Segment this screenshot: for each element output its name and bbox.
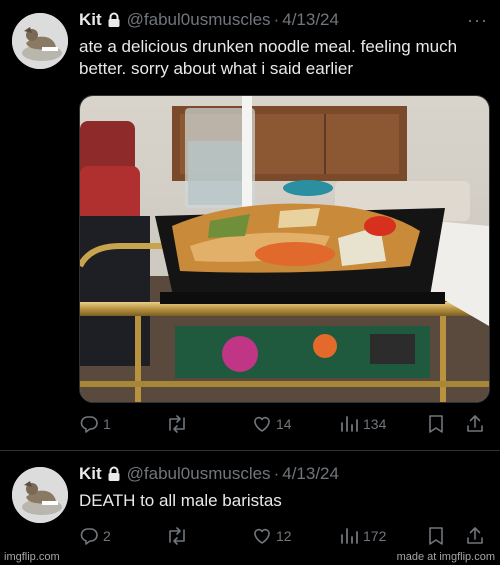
like-count: 14 bbox=[276, 416, 292, 432]
display-name[interactable]: Kit bbox=[79, 10, 102, 30]
tweet-date[interactable]: 4/13/24 bbox=[282, 464, 339, 484]
view-count: 172 bbox=[363, 528, 387, 544]
reply-count: 2 bbox=[103, 528, 111, 544]
more-icon[interactable]: ··· bbox=[467, 10, 488, 31]
avatar[interactable] bbox=[12, 13, 68, 69]
separator-dot: · bbox=[273, 464, 280, 483]
food-photo bbox=[80, 96, 489, 402]
watermark-right: made at imgflip.com bbox=[396, 551, 495, 563]
views-button[interactable]: 172 bbox=[339, 524, 386, 548]
share-icon bbox=[467, 527, 483, 544]
separator-dot: · bbox=[273, 10, 280, 29]
tweet-text: DEATH to all male baristas bbox=[79, 491, 282, 510]
reply-count: 1 bbox=[103, 416, 111, 432]
like-button[interactable]: 12 bbox=[252, 524, 292, 548]
like-icon bbox=[254, 416, 270, 432]
avatar[interactable] bbox=[12, 467, 68, 523]
lock-icon bbox=[107, 12, 121, 28]
avatar-image bbox=[12, 467, 68, 523]
tweet-photo[interactable] bbox=[79, 95, 490, 403]
share-button[interactable] bbox=[465, 524, 485, 548]
avatar-image bbox=[12, 13, 68, 69]
view-count: 134 bbox=[363, 416, 387, 432]
tweet-header: Kit @fabul0usmuscles · 4/13/24 bbox=[79, 464, 339, 484]
share-icon bbox=[467, 415, 483, 432]
reply-icon bbox=[80, 528, 98, 545]
tweet-header: Kit @fabul0usmuscles · 4/13/24 bbox=[79, 10, 339, 30]
tweet-divider bbox=[0, 450, 500, 451]
share-button[interactable] bbox=[465, 412, 485, 436]
bookmark-icon bbox=[429, 527, 443, 545]
like-icon bbox=[254, 528, 270, 544]
display-name[interactable]: Kit bbox=[79, 464, 102, 484]
bookmark-button[interactable] bbox=[427, 524, 445, 548]
views-icon bbox=[341, 528, 358, 544]
watermark-left: imgflip.com bbox=[4, 551, 60, 563]
retweet-button[interactable] bbox=[165, 412, 193, 436]
bookmark-icon bbox=[429, 415, 443, 433]
retweet-icon bbox=[169, 527, 185, 545]
views-icon bbox=[341, 416, 358, 432]
tweet-text: ate a delicious drunken noodle meal. fee… bbox=[79, 37, 458, 78]
reply-icon bbox=[80, 416, 98, 433]
tweet-actions: 1 14 134 bbox=[79, 412, 489, 436]
tweet-1[interactable]: Kit @fabul0usmuscles · 4/13/24 ··· ate a… bbox=[0, 0, 500, 450]
retweet-button[interactable] bbox=[165, 524, 193, 548]
reply-button[interactable]: 1 bbox=[79, 412, 111, 436]
lock-icon bbox=[107, 466, 121, 482]
user-handle[interactable]: @fabul0usmuscles bbox=[127, 10, 271, 30]
tweet-actions: 2 12 172 bbox=[79, 524, 489, 548]
like-button[interactable]: 14 bbox=[252, 412, 292, 436]
retweet-icon bbox=[169, 415, 185, 433]
reply-button[interactable]: 2 bbox=[79, 524, 111, 548]
views-button[interactable]: 134 bbox=[339, 412, 386, 436]
bookmark-button[interactable] bbox=[427, 412, 445, 436]
like-count: 12 bbox=[276, 528, 292, 544]
user-handle[interactable]: @fabul0usmuscles bbox=[127, 464, 271, 484]
tweet-date[interactable]: 4/13/24 bbox=[282, 10, 339, 30]
tweet-2[interactable]: Kit @fabul0usmuscles · 4/13/24 DEATH to … bbox=[0, 452, 500, 565]
